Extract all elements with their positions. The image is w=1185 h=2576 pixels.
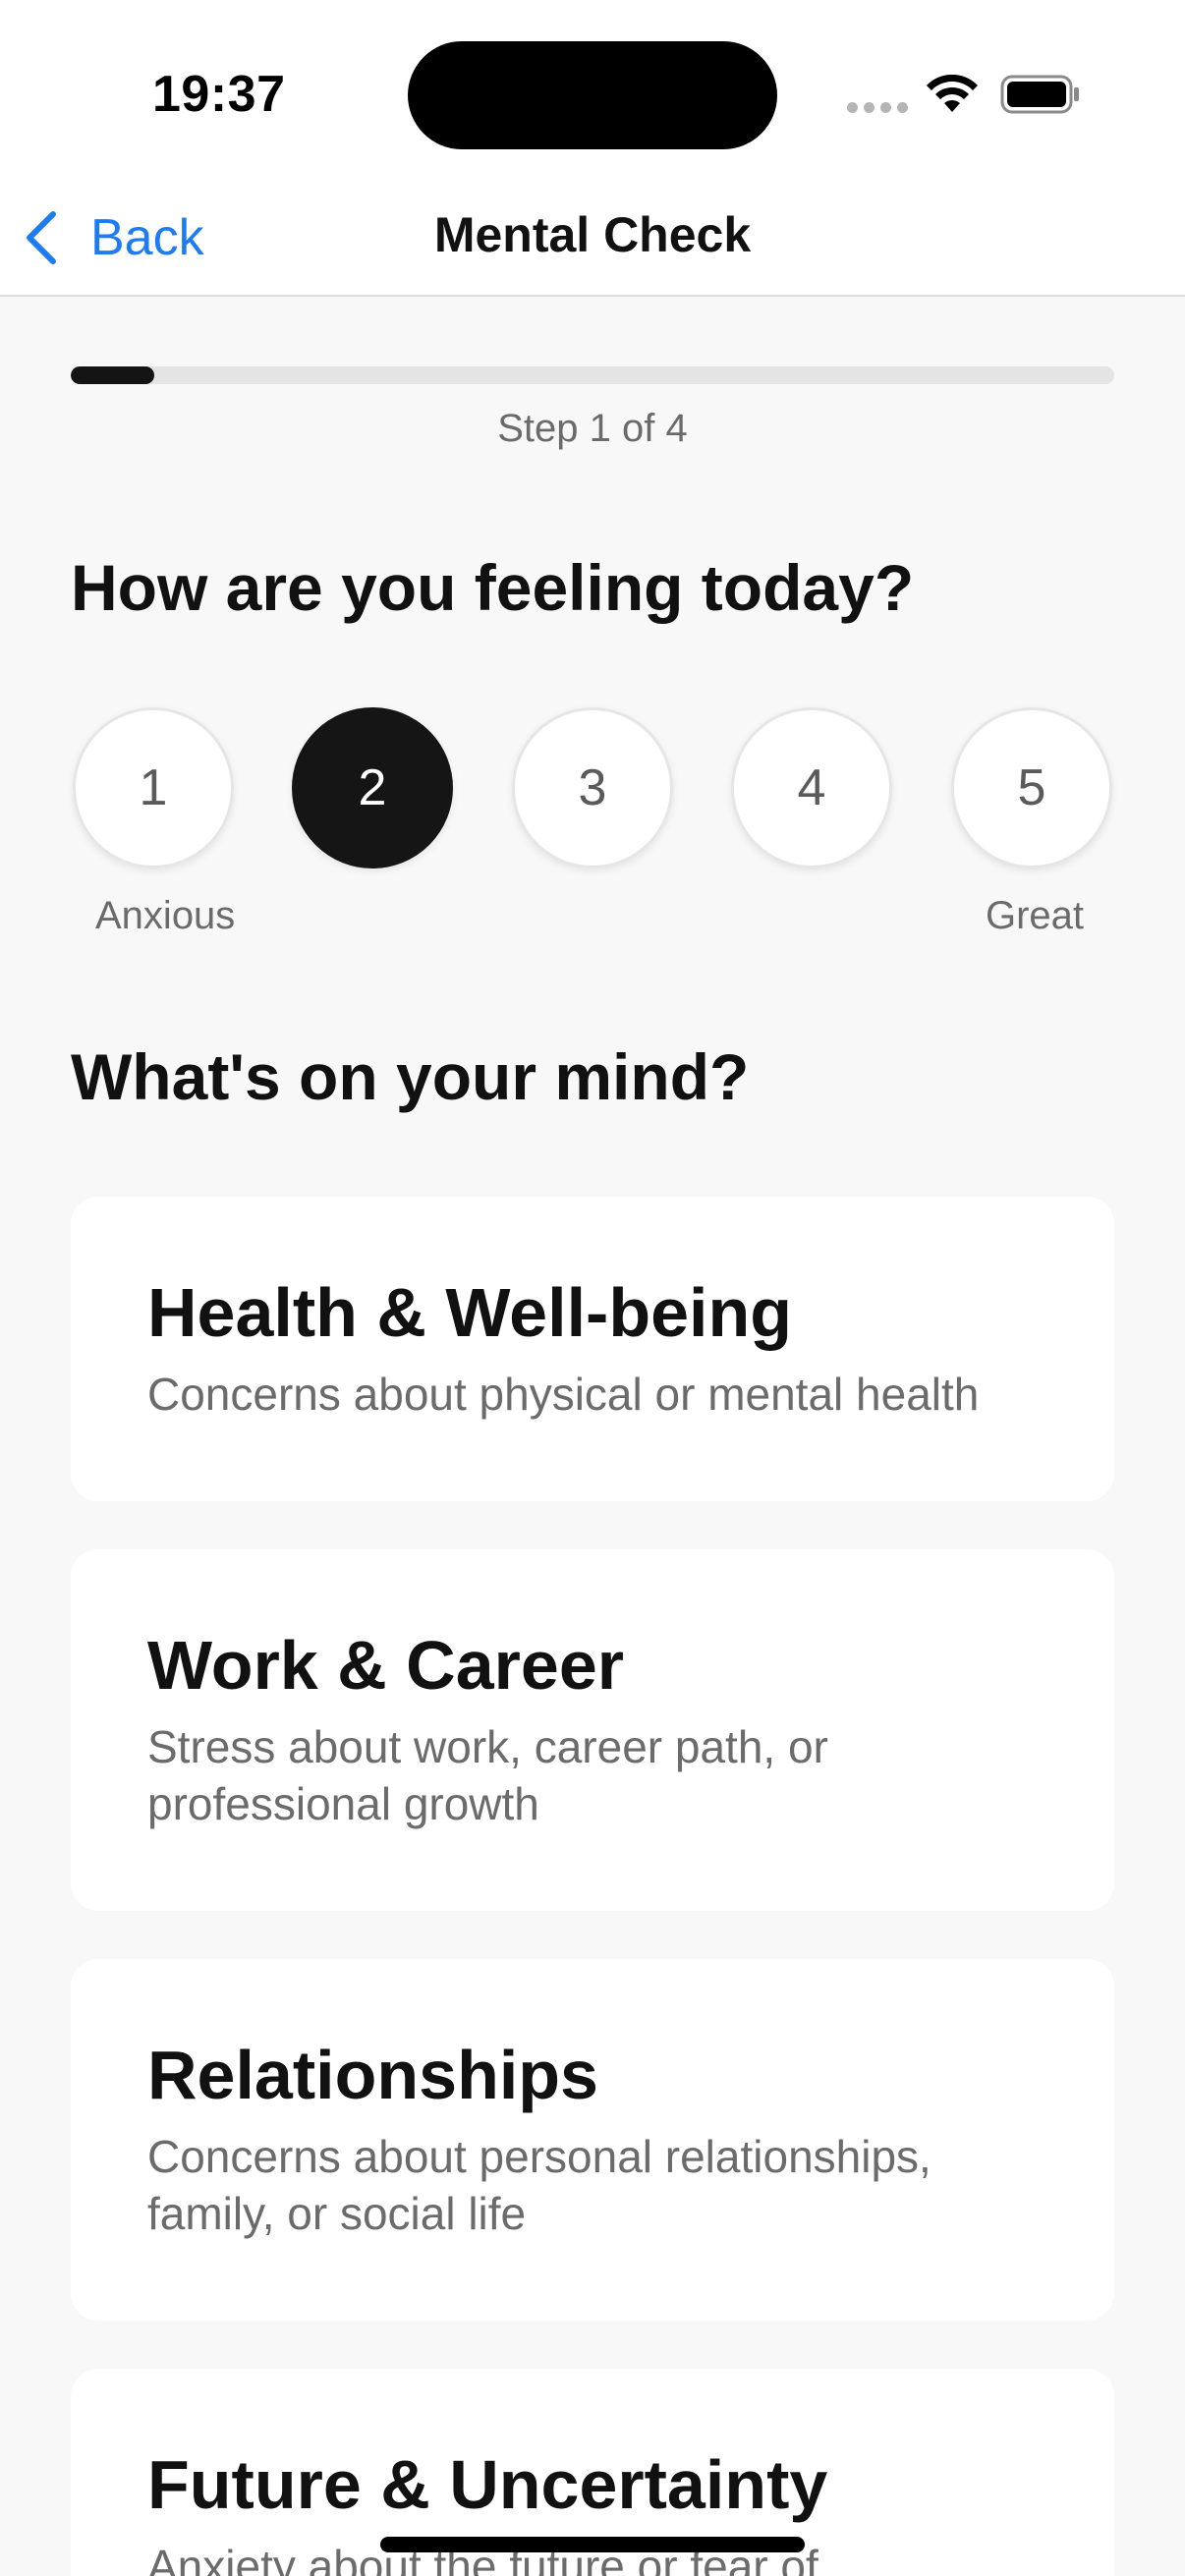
rating-option-1[interactable]: 1: [73, 707, 234, 868]
navigation-bar: Back Mental Check: [0, 177, 1185, 297]
category-title: Work & Career: [147, 1627, 625, 1704]
rating-option-3[interactable]: 3: [512, 707, 673, 868]
category-title: Health & Well-being: [147, 1274, 792, 1351]
category-description: Concerns about physical or mental health: [147, 1369, 980, 1420]
wifi-icon: [927, 75, 978, 112]
mood-question-heading: How are you feeling today?: [71, 551, 915, 624]
category-title: Relationships: [147, 2037, 598, 2113]
category-description: Concerns about personal relationships, f…: [147, 2131, 931, 2239]
rating-option-4[interactable]: 4: [731, 707, 892, 868]
mood-rating-selector: 1 2 3 4 5: [71, 707, 1114, 872]
status-time: 19:37: [152, 66, 286, 123]
progress-bar: [71, 366, 1114, 384]
home-indicator[interactable]: [380, 2537, 805, 2552]
step-indicator: Step 1 of 4: [497, 407, 688, 450]
status-bar: 19:37: [0, 0, 1185, 177]
dynamic-island: [408, 41, 777, 149]
mind-question-heading: What's on your mind?: [71, 1040, 750, 1113]
category-card-relationships[interactable]: Relationships Concerns about personal re…: [71, 1959, 1114, 2321]
category-description: Stress about work, career path, or profe…: [147, 1721, 828, 1829]
scale-high-label: Great: [986, 894, 1085, 937]
battery-icon: [1000, 75, 1079, 114]
category-title: Future & Uncertainty: [147, 2446, 828, 2523]
progress-fill: [71, 366, 154, 384]
page-title: Mental Check: [433, 207, 752, 262]
category-card-health[interactable]: Health & Well-being Concerns about physi…: [71, 1197, 1114, 1501]
cellular-signal-icon: [847, 102, 908, 113]
scale-low-label: Anxious: [95, 894, 236, 937]
rating-option-5[interactable]: 5: [951, 707, 1112, 868]
category-card-work[interactable]: Work & Career Stress about work, career …: [71, 1549, 1114, 1911]
rating-option-2[interactable]: 2: [292, 707, 453, 868]
